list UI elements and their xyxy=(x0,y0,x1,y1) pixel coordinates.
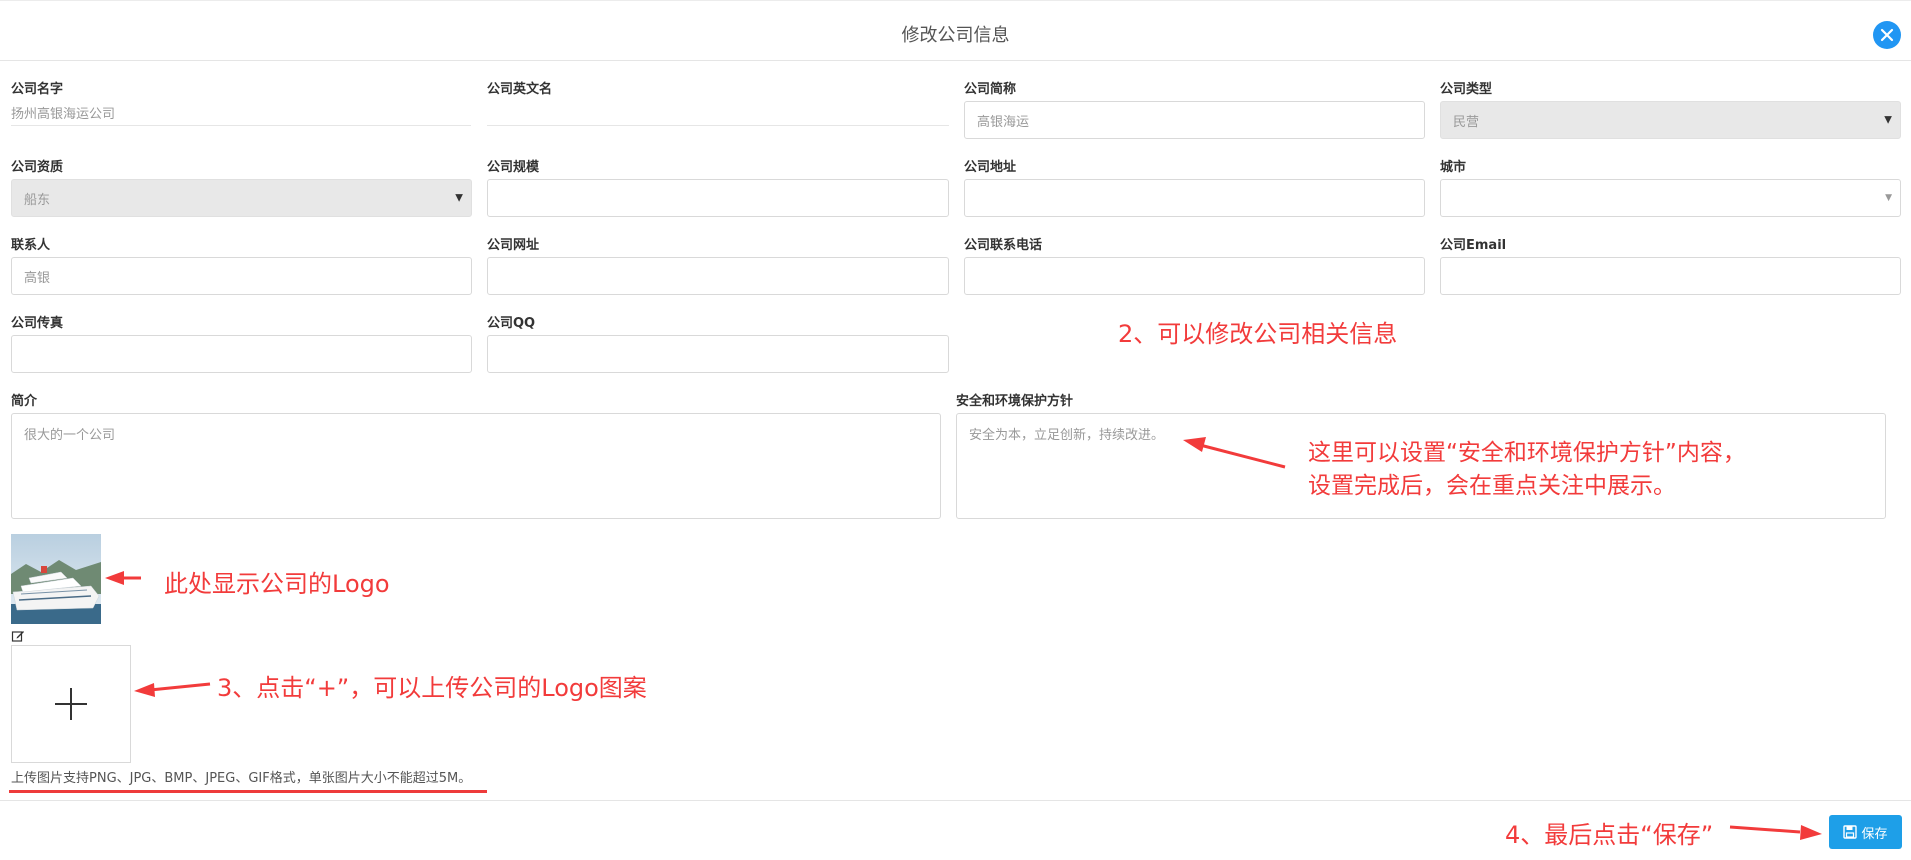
contact-input[interactable]: 高银 xyxy=(11,257,472,295)
qq-label: 公司QQ xyxy=(487,316,536,331)
modal-header: 修改公司信息 xyxy=(0,0,1911,61)
city-select[interactable]: ▼ xyxy=(1440,179,1901,217)
chevron-down-icon: ▼ xyxy=(1885,193,1892,203)
company-qualification-select[interactable]: 船东 ▼ xyxy=(11,179,472,217)
email-label: 公司Email xyxy=(1440,238,1507,253)
company-short-name-input[interactable]: 高银海运 xyxy=(964,101,1425,139)
plus-icon xyxy=(55,688,87,720)
annotation-policy-line2: 设置完成后，会在重点关注中展示。 xyxy=(1308,473,1676,499)
contact-label: 联系人 xyxy=(11,238,51,253)
company-name-field[interactable]: 扬州高银海运公司 xyxy=(11,100,471,126)
annotation-step3: 3、点击“+”，可以上传公司的Logo图案 xyxy=(217,674,647,702)
annotation-underline xyxy=(9,790,487,793)
company-english-name-field[interactable] xyxy=(487,100,949,126)
annotation-step2: 2、可以修改公司相关信息 xyxy=(1118,320,1398,348)
company-short-name-label: 公司简称 xyxy=(964,82,1017,97)
fax-input[interactable] xyxy=(11,335,472,373)
company-english-name-label: 公司英文名 xyxy=(487,82,553,97)
fax-label: 公司传真 xyxy=(11,316,64,331)
city-label: 城市 xyxy=(1440,160,1467,175)
company-address-input[interactable] xyxy=(964,179,1425,217)
chevron-down-icon: ▼ xyxy=(455,192,463,204)
company-type-value: 民营 xyxy=(1453,114,1480,130)
annotation-logo: 此处显示公司的Logo xyxy=(164,570,390,598)
close-icon xyxy=(1880,28,1894,42)
close-button[interactable] xyxy=(1873,21,1901,49)
qq-input[interactable] xyxy=(487,335,949,373)
edit-icon[interactable] xyxy=(11,628,25,642)
company-scale-label: 公司规模 xyxy=(487,160,540,175)
website-input[interactable] xyxy=(487,257,949,295)
intro-label: 简介 xyxy=(11,394,38,409)
modal-title: 修改公司信息 xyxy=(901,25,1010,46)
phone-input[interactable] xyxy=(964,257,1425,295)
company-logo-image xyxy=(11,534,101,624)
website-label: 公司网址 xyxy=(487,238,540,253)
company-type-label: 公司类型 xyxy=(1440,82,1493,97)
save-label: 保存 xyxy=(1861,826,1888,842)
upload-hint: 上传图片支持PNG、JPG、BMP、JPEG、GIF格式，单张图片大小不能超过5… xyxy=(11,771,472,786)
intro-textarea[interactable]: 很大的一个公司 xyxy=(11,413,941,519)
annotation-step4: 4、最后点击“保存” xyxy=(1505,821,1714,849)
footer-divider xyxy=(0,800,1911,801)
save-button[interactable]: 保存 xyxy=(1829,815,1902,849)
safety-policy-label: 安全和环境保护方针 xyxy=(956,394,1074,409)
save-icon xyxy=(1843,825,1858,839)
company-scale-input[interactable] xyxy=(487,179,949,217)
company-qualification-label: 公司资质 xyxy=(11,160,64,175)
phone-label: 公司联系电话 xyxy=(964,238,1043,253)
annotation-policy-line1: 这里可以设置“安全和环境保护方针”内容， xyxy=(1308,440,1746,466)
chevron-down-icon: ▼ xyxy=(1884,114,1892,126)
email-input[interactable] xyxy=(1440,257,1901,295)
company-name-label: 公司名字 xyxy=(11,82,64,97)
company-type-select[interactable]: 民营 ▼ xyxy=(1440,101,1901,139)
company-address-label: 公司地址 xyxy=(964,160,1017,175)
company-qualification-value: 船东 xyxy=(24,192,51,208)
logo-upload-button[interactable] xyxy=(11,645,131,763)
